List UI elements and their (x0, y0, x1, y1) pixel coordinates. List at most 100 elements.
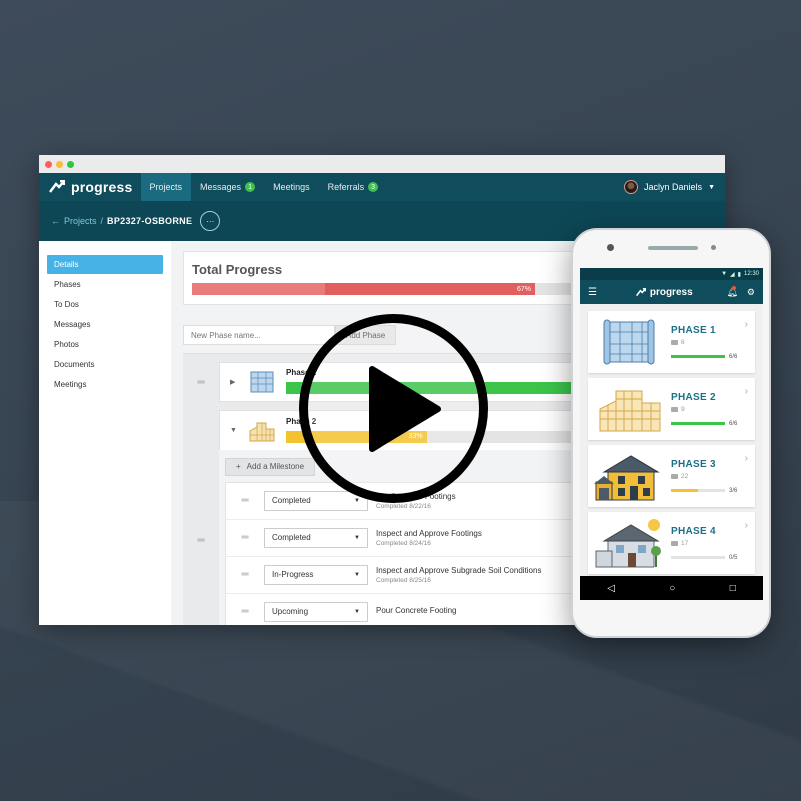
chevron-down-icon[interactable]: ▼ (230, 427, 238, 434)
project-code: BP2327-OSBORNE (107, 216, 193, 226)
sidebar-item-photos[interactable]: Photos (47, 335, 163, 354)
drag-handle-icon[interactable]: ═ (226, 569, 264, 580)
brand-name: progress (649, 286, 693, 298)
nav-projects[interactable]: Projects (140, 173, 192, 201)
framing-icon (599, 390, 661, 432)
framing-icon (249, 422, 275, 441)
total-progress-highlight (192, 283, 325, 295)
camera-icon (671, 473, 678, 479)
milestone-title: Inspect and Approve Footings (376, 528, 482, 538)
breadcrumb-projects-link[interactable]: Projects (64, 216, 97, 226)
close-window-button[interactable] (45, 160, 52, 168)
photo-count-value: 17 (681, 539, 689, 547)
minimize-window-button[interactable] (56, 160, 63, 168)
menu-icon[interactable]: ☰ (588, 287, 602, 298)
milestone-count: 6/6 (729, 353, 738, 360)
phase-progress-fill (671, 355, 725, 358)
sidebar: Details Phases To Dos Messages Photos Do… (39, 241, 171, 625)
blueprint-icon (250, 371, 274, 393)
milestone-count: 6/6 (729, 420, 738, 427)
phase-card[interactable]: PHASE 3 22 3/6 › (588, 445, 755, 507)
chevron-down-icon: ▼ (354, 608, 360, 615)
total-progress-percent: 67% (517, 285, 532, 293)
progress-logo-icon (635, 287, 646, 296)
drag-handle-icon[interactable]: ═ (183, 410, 219, 625)
nav-messages[interactable]: Messages 1 (191, 173, 264, 201)
house-exterior-icon (594, 455, 660, 501)
chevron-right-icon: › (744, 520, 748, 531)
home-icon[interactable]: ○ (669, 583, 675, 594)
phase-name: PHASE 2 (671, 391, 716, 403)
drag-handle-icon[interactable]: ═ (226, 606, 264, 617)
drag-handle-icon[interactable]: ═ (183, 377, 219, 388)
phase-card[interactable]: PHASE 1 6 6/6 › (588, 311, 755, 373)
sensor-icon (711, 245, 716, 250)
camera-icon (671, 540, 678, 546)
brand: progress (602, 287, 726, 298)
app-bar: ☰ progress 🔔︎ ⚙ (580, 280, 763, 304)
sidebar-item-todos[interactable]: To Dos (47, 295, 163, 314)
android-nav-bar: ◁ ○ □ (580, 576, 763, 600)
phase-card[interactable]: PHASE 2 9 6/6 › (588, 378, 755, 440)
wifi-icon: ▼ (721, 271, 728, 277)
maximize-window-button[interactable] (67, 160, 74, 168)
referrals-badge: 3 (368, 182, 379, 192)
user-name: Jaclyn Daniels (644, 182, 703, 192)
status-select[interactable]: Completed ▼ (264, 527, 368, 548)
photo-count-value: 6 (681, 338, 685, 346)
speaker-grille (648, 246, 698, 250)
sidebar-item-meetings[interactable]: Meetings (47, 375, 163, 394)
milestone-date: Completed 8/25/16 (376, 576, 431, 584)
nav-messages-label: Messages (200, 182, 242, 192)
signal-icon: ◢ (730, 271, 735, 278)
milestone-count: 0/5 (729, 554, 738, 561)
avatar (624, 180, 639, 194)
sidebar-item-phases[interactable]: Phases (47, 275, 163, 294)
chevron-right-icon: › (744, 386, 748, 397)
status-value: Upcoming (272, 607, 309, 616)
back-icon[interactable]: ◁ (607, 583, 615, 594)
drag-handle-icon[interactable]: ═ (226, 532, 264, 543)
photo-count-value: 9 (681, 405, 685, 413)
recents-icon[interactable]: □ (730, 583, 736, 594)
progress-logo-icon (49, 180, 65, 193)
chevron-right-icon: › (744, 453, 748, 464)
status-select[interactable]: In-Progress ▼ (264, 564, 368, 585)
drag-handle-icon[interactable]: ═ (226, 495, 264, 506)
breadcrumb-separator: / (100, 216, 104, 226)
camera-icon (671, 339, 678, 345)
status-value: In-Progress (272, 570, 314, 579)
milestone-count: 3/6 (729, 487, 738, 494)
nav-meetings[interactable]: Meetings (264, 173, 319, 201)
phase-name: PHASE 1 (671, 324, 716, 336)
battery-icon: ▮ (737, 271, 741, 278)
photo-count: 6 (671, 339, 749, 346)
sidebar-item-details[interactable]: Details (47, 255, 163, 274)
sidebar-item-documents[interactable]: Documents (47, 355, 163, 374)
nav-projects-label: Projects (149, 182, 183, 192)
more-options-button[interactable]: ··· (200, 211, 221, 231)
phase-progress-bar (671, 422, 725, 425)
play-video-button[interactable] (296, 311, 491, 506)
phase-progress-bar (671, 355, 725, 358)
phase-list: PHASE 1 6 6/6 › PHASE 2 9 6/6 › PHASE 3 … (580, 304, 763, 586)
phase-card[interactable]: PHASE 4 17 0/5 › (588, 512, 755, 574)
milestone-title: Inspect and Approve Subgrade Soil Condit… (376, 565, 542, 575)
phase-progress-bar (671, 556, 725, 559)
status-select[interactable]: Upcoming ▼ (264, 601, 368, 622)
user-menu[interactable]: Jaclyn Daniels ▼ (624, 180, 725, 194)
gear-icon[interactable]: ⚙ (747, 287, 755, 298)
chevron-right-icon[interactable]: ▶ (230, 378, 238, 386)
blueprint-icon (603, 319, 655, 365)
nav-referrals[interactable]: Referrals 3 (319, 173, 388, 201)
back-arrow-icon[interactable]: ← (51, 216, 60, 226)
chevron-down-icon: ▼ (354, 534, 360, 541)
sidebar-item-messages[interactable]: Messages (47, 315, 163, 334)
chevron-right-icon: › (744, 319, 748, 330)
photo-count: 9 (671, 406, 749, 413)
brand[interactable]: progress (39, 173, 141, 201)
camera-icon (671, 406, 678, 412)
status-value: Completed (272, 533, 311, 542)
phase-name: PHASE 3 (671, 458, 716, 470)
chevron-down-icon: ▼ (354, 571, 360, 578)
